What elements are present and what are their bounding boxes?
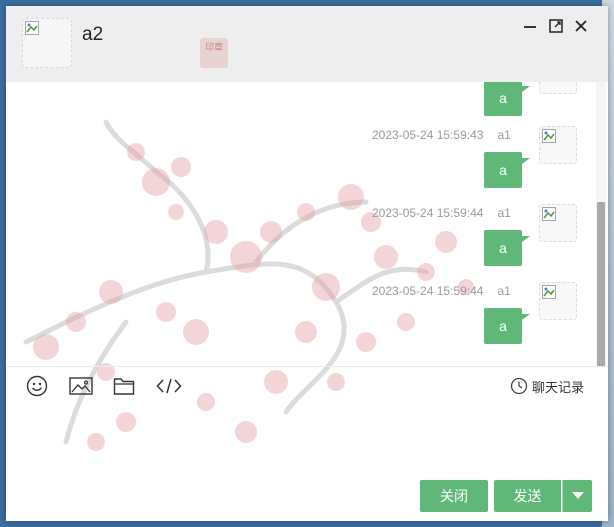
chat-history-label: 聊天记录 (532, 379, 585, 395)
sender-avatar[interactable] (539, 282, 577, 320)
sender-avatar[interactable] (539, 204, 577, 242)
code-button[interactable] (156, 375, 182, 397)
broken-image-icon (542, 129, 556, 143)
message-bubble[interactable]: a (484, 152, 530, 188)
sender-avatar[interactable] (539, 82, 577, 94)
close-window-button[interactable] (571, 16, 591, 36)
image-icon (69, 377, 93, 395)
caret-down-icon (571, 492, 584, 499)
maximize-button[interactable] (546, 16, 566, 36)
message-meta: 2023-05-24 15:59:43 a1 (372, 128, 511, 142)
broken-image-icon (542, 285, 556, 299)
folder-icon (113, 378, 135, 395)
broken-image-icon (25, 21, 39, 35)
clock-icon (510, 377, 528, 395)
message-sender: a1 (497, 284, 511, 298)
minimize-button[interactable] (520, 16, 540, 36)
maximize-icon (549, 19, 563, 33)
contact-avatar[interactable] (22, 18, 72, 68)
send-button[interactable]: 发送 (494, 480, 561, 512)
message-bubble[interactable]: a (484, 82, 530, 116)
close-chat-button[interactable]: 关闭 (420, 480, 488, 512)
title-bar: a2 印章 (6, 6, 608, 82)
chat-history-button[interactable]: 聊天记录 (510, 376, 584, 396)
scrollbar-thumb[interactable] (597, 202, 605, 366)
message-time: 2023-05-24 15:59:44 (372, 206, 484, 220)
seal-stamp: 印章 (200, 38, 228, 68)
contact-name: a2 (82, 24, 104, 45)
message-time: 2023-05-24 15:59:44 (372, 284, 484, 298)
editor-toolbar: 聊天记录 (6, 366, 608, 402)
smiley-icon (26, 375, 48, 397)
emoji-button[interactable] (26, 375, 48, 397)
close-icon (575, 20, 587, 32)
image-button[interactable] (69, 375, 93, 397)
message-sender: a1 (497, 206, 511, 220)
message-meta: 2023-05-24 15:59:44 a1 (372, 206, 511, 220)
broken-image-icon (542, 207, 556, 221)
close-chat-label: 关闭 (440, 488, 468, 504)
code-icon (156, 378, 182, 394)
chat-window: a2 印章 a 2023-05-24 15:59:43 a1 a 2023-05… (6, 6, 608, 521)
message-sender: a1 (497, 128, 511, 142)
sender-avatar[interactable] (539, 126, 577, 164)
message-bubble[interactable]: a (484, 308, 530, 344)
send-options-button[interactable] (562, 480, 592, 512)
file-button[interactable] (113, 375, 135, 397)
message-input[interactable] (6, 402, 608, 468)
message-list[interactable]: a 2023-05-24 15:59:43 a1 a 2023-05-24 15:… (6, 82, 608, 366)
message-time: 2023-05-24 15:59:43 (372, 128, 484, 142)
message-bubble[interactable]: a (484, 230, 530, 266)
minimize-icon (524, 26, 536, 28)
send-label: 发送 (513, 488, 542, 504)
seal-text: 印章 (204, 42, 223, 52)
message-meta: 2023-05-24 15:59:44 a1 (372, 284, 511, 298)
